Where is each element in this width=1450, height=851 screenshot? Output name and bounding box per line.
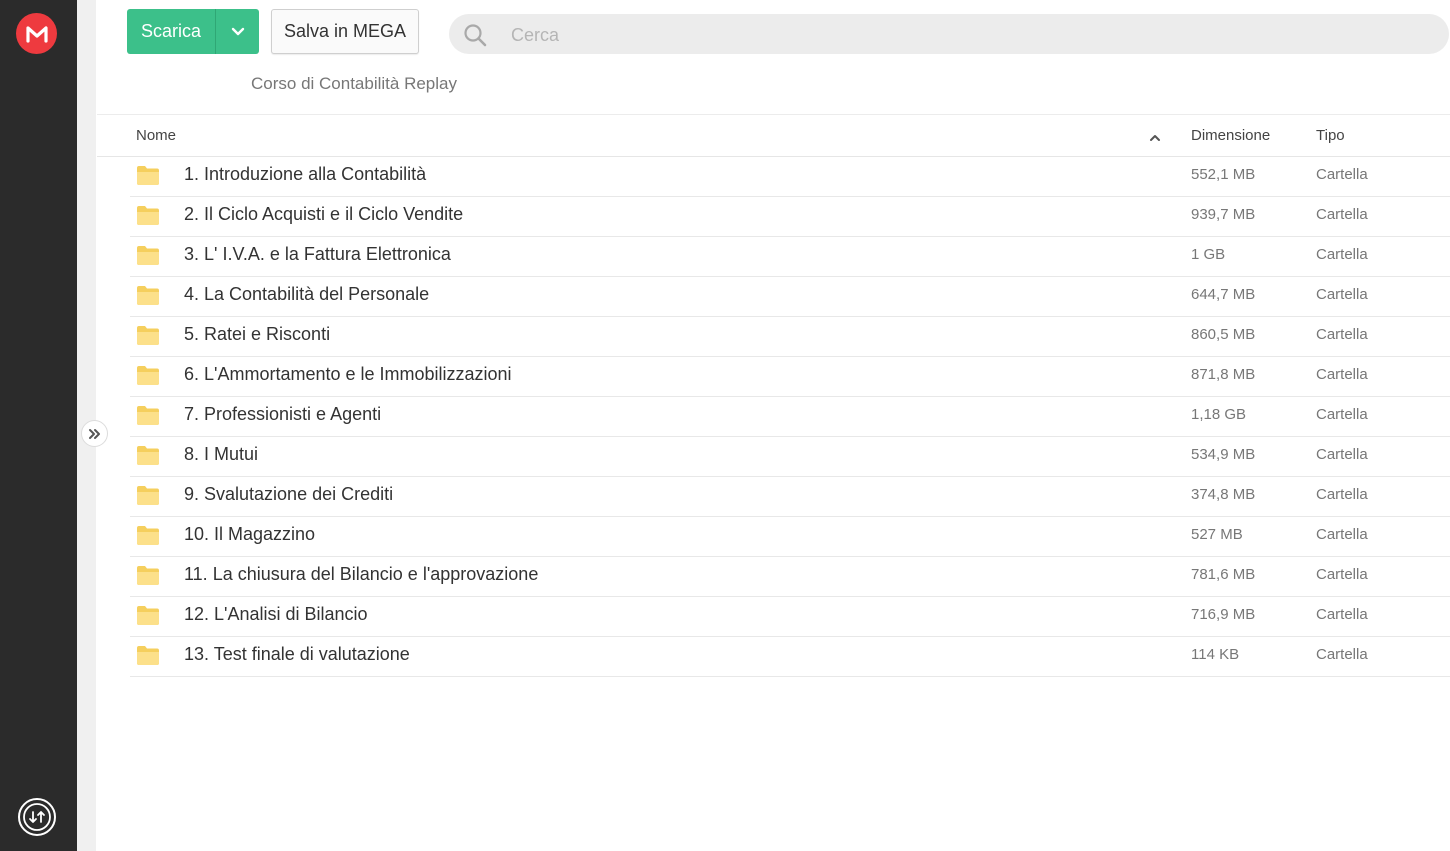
table-row[interactable]: 12. L'Analisi di Bilancio 716,9 MB Carte…: [130, 597, 1450, 637]
row-name: 13. Test finale di valutazione: [184, 644, 410, 664]
row-size: 527 MB: [1191, 526, 1243, 543]
row-size: 1,18 GB: [1191, 406, 1247, 423]
chevron-down-icon: [231, 27, 244, 35]
table-row[interactable]: 1. Introduzione alla Contabilità 552,1 M…: [130, 157, 1450, 197]
row-name: 7. Professionisti e Agenti: [184, 404, 382, 424]
row-size: 716,9 MB: [1191, 606, 1256, 623]
row-size: 871,8 MB: [1191, 366, 1256, 383]
table-row[interactable]: 9. Svalutazione dei Crediti 374,8 MB Car…: [130, 477, 1450, 517]
row-size: 552,1 MB: [1191, 166, 1256, 183]
folder-icon: [137, 206, 159, 225]
table-row[interactable]: 13. Test finale di valutazione 114 KB Ca…: [130, 637, 1450, 677]
row-type: Cartella: [1316, 526, 1368, 543]
row-name: 2. Il Ciclo Acquisti e il Ciclo Vendite: [184, 204, 464, 224]
row-type: Cartella: [1316, 606, 1368, 623]
folder-icon: [137, 366, 159, 385]
folder-icon: [137, 246, 159, 265]
folder-icon: [137, 166, 159, 185]
column-header-size[interactable]: Dimensione: [1191, 127, 1270, 144]
save-to-mega-button[interactable]: Salva in MEGA: [271, 9, 419, 54]
table-row[interactable]: 7. Professionisti e Agenti 1,18 GB Carte…: [130, 397, 1450, 437]
expand-panel-button[interactable]: [81, 420, 108, 447]
row-type: Cartella: [1316, 406, 1368, 423]
row-type: Cartella: [1316, 326, 1368, 343]
row-type: Cartella: [1316, 566, 1368, 583]
column-header-type[interactable]: Tipo: [1316, 127, 1345, 144]
download-button[interactable]: Scarica: [127, 9, 259, 54]
folder-icon: [137, 406, 159, 425]
table-row[interactable]: 10. Il Magazzino 527 MB Cartella: [130, 517, 1450, 557]
search-input[interactable]: [509, 20, 1413, 50]
row-size: 644,7 MB: [1191, 286, 1256, 303]
transfer-icon[interactable]: [17, 797, 57, 837]
row-name: 3. L' I.V.A. e la Fattura Elettronica: [184, 244, 451, 264]
row-size: 1 GB: [1191, 246, 1226, 263]
table-row[interactable]: 5. Ratei e Risconti 860,5 MB Cartella: [130, 317, 1450, 357]
double-chevron-right-icon: [88, 428, 100, 439]
search-bar[interactable]: [449, 14, 1449, 54]
table-row[interactable]: 8. I Mutui 534,9 MB Cartella: [130, 437, 1450, 477]
row-name: 10. Il Magazzino: [184, 524, 316, 544]
row-size: 114 KB: [1191, 646, 1240, 663]
divider: [97, 114, 1450, 115]
column-header-name[interactable]: Nome: [136, 127, 176, 144]
row-type: Cartella: [1316, 366, 1368, 383]
current-folder-title: Corso di Contabilità Replay: [251, 74, 457, 93]
row-size: 374,8 MB: [1191, 486, 1256, 503]
search-icon: [464, 24, 487, 47]
row-size: 860,5 MB: [1191, 326, 1256, 343]
row-name: 4. La Contabilità del Personale: [184, 284, 430, 304]
row-size: 534,9 MB: [1191, 446, 1256, 463]
row-name: 12. L'Analisi di Bilancio: [184, 604, 368, 624]
table-row[interactable]: 4. La Contabilità del Personale 644,7 MB…: [130, 277, 1450, 317]
folder-icon: [137, 446, 159, 465]
row-name: 6. L'Ammortamento e le Immobilizzazioni: [184, 364, 512, 384]
folder-icon: [137, 606, 159, 625]
table-row[interactable]: 6. L'Ammortamento e le Immobilizzazioni …: [130, 357, 1450, 397]
row-type: Cartella: [1316, 166, 1368, 183]
download-button-label: Scarica: [140, 21, 202, 41]
row-size: 781,6 MB: [1191, 566, 1256, 583]
row-type: Cartella: [1316, 246, 1368, 263]
row-type: Cartella: [1316, 446, 1368, 463]
left-sidebar: [0, 0, 77, 851]
row-name: 5. Ratei e Risconti: [184, 324, 331, 344]
row-type: Cartella: [1316, 486, 1368, 503]
row-name: 8. I Mutui: [184, 444, 259, 464]
row-name: 1. Introduzione alla Contabilità: [184, 164, 427, 184]
download-options-dropdown[interactable]: [216, 9, 259, 54]
row-size: 939,7 MB: [1191, 206, 1256, 223]
folder-icon: [137, 566, 159, 585]
mega-logo-icon[interactable]: [16, 13, 57, 54]
folder-icon: [137, 286, 159, 305]
folder-icon: [137, 486, 159, 505]
folder-icon: [137, 526, 159, 545]
folder-icon: [137, 646, 159, 665]
sort-ascending-icon[interactable]: [1148, 131, 1162, 145]
row-type: Cartella: [1316, 646, 1368, 663]
row-name: 11. La chiusura del Bilancio e l'approva…: [184, 564, 539, 584]
row-type: Cartella: [1316, 206, 1368, 223]
table-row[interactable]: 11. La chiusura del Bilancio e l'approva…: [130, 557, 1450, 597]
table-row[interactable]: 3. L' I.V.A. e la Fattura Elettronica 1 …: [130, 237, 1450, 277]
row-name: 9. Svalutazione dei Crediti: [184, 484, 394, 504]
folder-icon: [137, 326, 159, 345]
row-type: Cartella: [1316, 286, 1368, 303]
file-list: 1. Introduzione alla Contabilità 552,1 M…: [130, 157, 1450, 677]
table-row[interactable]: 2. Il Ciclo Acquisti e il Ciclo Vendite …: [130, 197, 1450, 237]
